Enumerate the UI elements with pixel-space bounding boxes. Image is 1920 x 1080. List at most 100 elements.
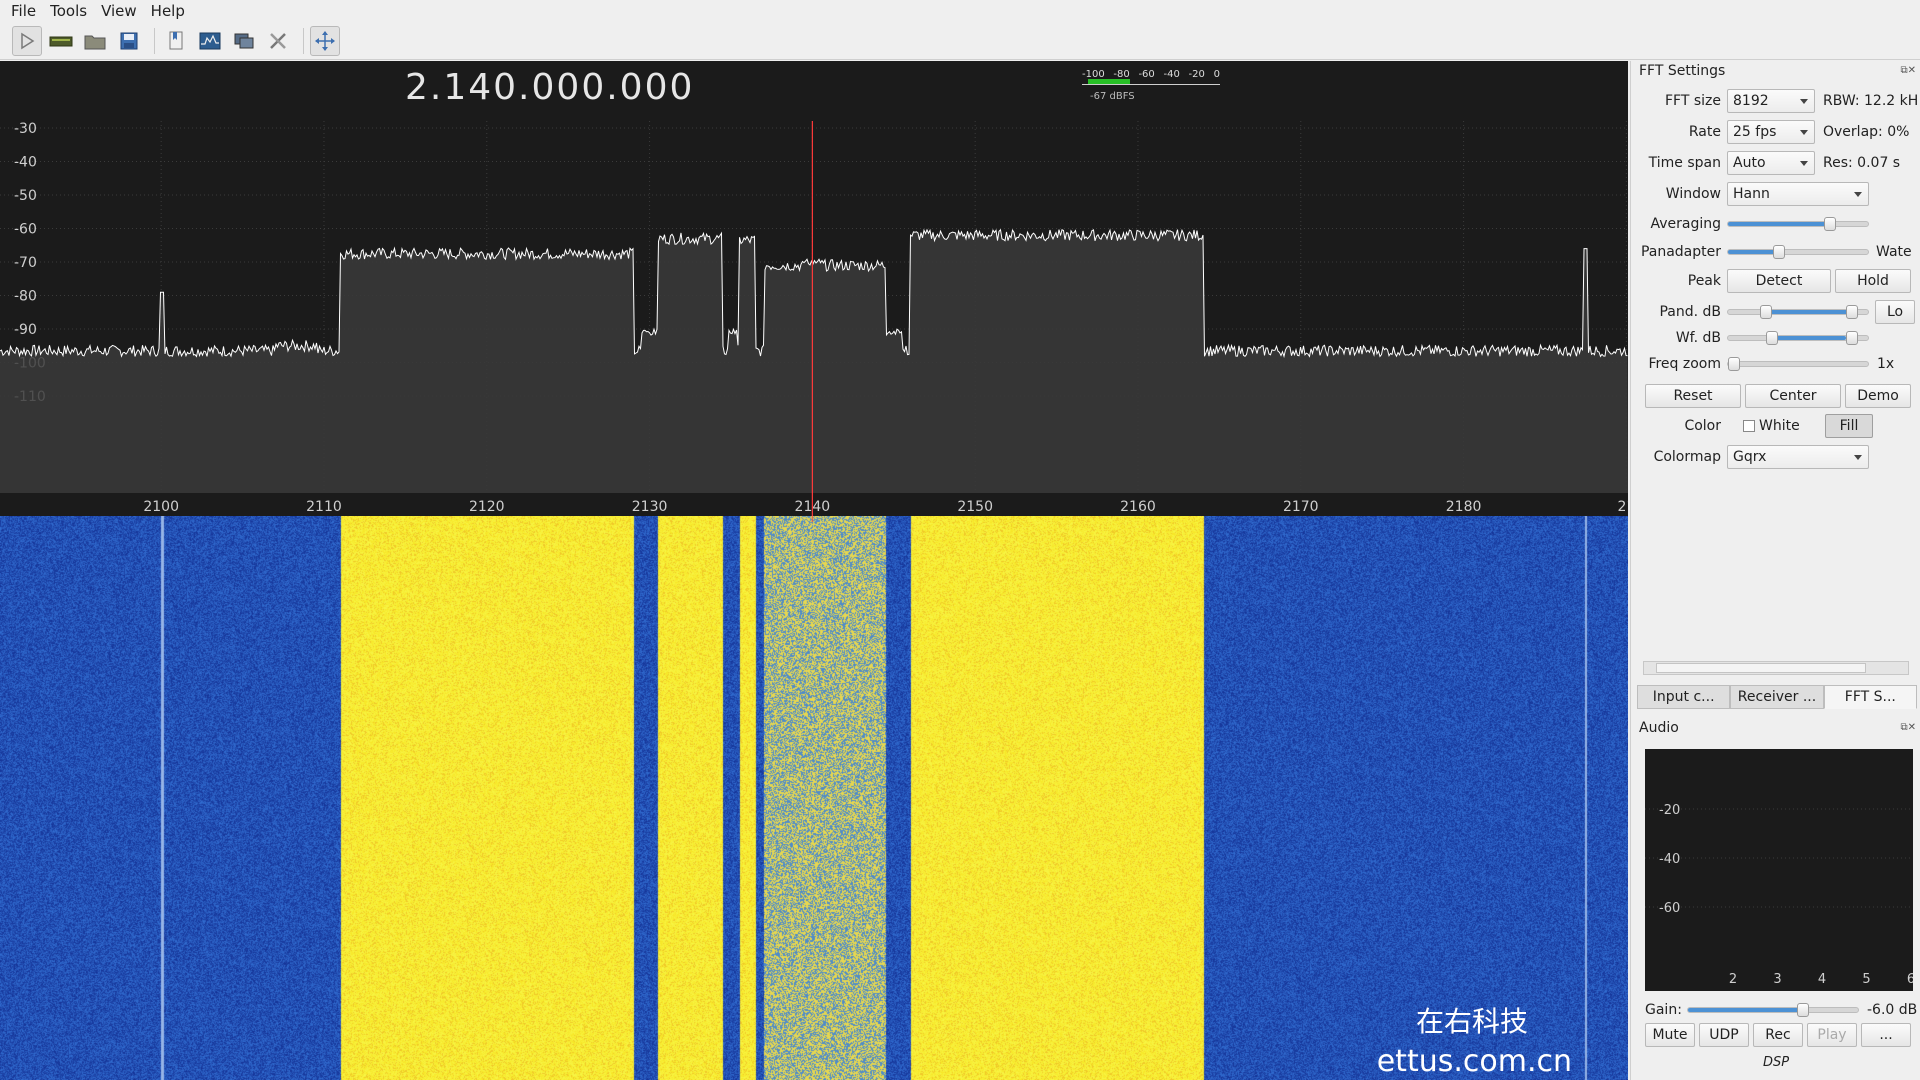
tab-fft-settings[interactable]: FFT S... [1823,685,1917,709]
center-button[interactable]: Center [1745,384,1841,408]
panadapter-handle[interactable] [1773,245,1786,259]
right-dock-panel: FFT Settings ⧉✕ FFT size 8192 RBW: 12.2 … [1630,61,1920,1080]
frequency-readout[interactable]: 2.140.000.000 [405,67,694,108]
meter-tick-label: 0 [1213,69,1220,80]
rec-button[interactable]: Rec [1753,1023,1803,1047]
window-row: Window Hann [1631,181,1920,207]
fill-toggle-button[interactable]: Fill [1825,414,1873,438]
tab-input-controls[interactable]: Input c... [1637,685,1731,709]
menu-view[interactable]: View [96,2,142,20]
freq-zoom-label: Freq zoom [1648,356,1721,372]
averaging-handle[interactable] [1824,217,1837,231]
reset-button[interactable]: Reset [1645,384,1741,408]
gain-slider[interactable] [1687,1003,1859,1017]
menu-help[interactable]: Help [146,2,190,20]
wf-db-min-handle[interactable] [1766,331,1778,345]
chevron-down-icon [1854,455,1862,460]
fft-size-value: 8192 [1733,93,1769,109]
y-tick-label: -30 [14,121,37,137]
panadapter-row: Panadapter Wate [1631,239,1920,265]
peak-detect-button[interactable]: Detect [1727,269,1831,293]
audio-title: Audio [1639,720,1679,736]
play-icon [21,32,35,49]
dock-float-close-icons[interactable]: ⧉✕ [1900,65,1916,76]
device-config-button[interactable] [46,26,76,56]
panadapter-fill [1728,250,1780,254]
panadapter-label: Panadapter [1640,244,1721,260]
time-span-combo[interactable]: Auto [1727,151,1815,175]
menu-tools[interactable]: Tools [45,2,92,20]
x-tick-label: 2120 [469,499,505,515]
menu-file[interactable]: File [6,2,41,20]
color-label: Color [1684,418,1721,434]
lock-button[interactable]: Lo [1875,300,1915,324]
waterfall-display[interactable] [0,516,1628,1080]
spectrum-view-button[interactable] [195,26,225,56]
freq-zoom-slider[interactable] [1727,357,1869,371]
peak-row: Peak Detect Hold [1631,268,1920,294]
res-info: Res: 0.07 s [1823,155,1901,171]
colormap-combo[interactable]: Gqrx [1727,445,1869,469]
menu-bar: File Tools View Help [0,0,1920,22]
peak-hold-button[interactable]: Hold [1835,269,1911,293]
gain-value: -6.0 dB [1867,1002,1918,1018]
bookmark-button[interactable] [161,26,191,56]
meter-tick-label: -40 [1163,69,1180,80]
x-tick-label: 2150 [957,499,993,515]
watermark: 在右科技 ettus.com.cn [1372,1000,1572,1079]
color-row: Color White Fill [1631,413,1920,439]
pand-db-max-handle[interactable] [1846,305,1858,319]
tab-receiver-options[interactable]: Receiver ... [1730,685,1824,709]
overlap-info: Overlap: 0% [1823,124,1910,140]
mute-button[interactable]: Mute [1645,1023,1695,1047]
plot-area[interactable]: 2.140.000.000 -100 -80 -60 -40 -20 0 -67 dBFS… [0,61,1628,1080]
rate-value: 25 fps [1733,124,1777,140]
white-checkbox-group[interactable]: White [1743,418,1819,434]
dsp-label: DSP [1762,1055,1790,1070]
udp-button[interactable]: UDP [1699,1023,1749,1047]
chevron-down-icon [1800,130,1808,135]
play-button[interactable]: Play [1807,1023,1857,1047]
window-combo[interactable]: Hann [1727,182,1869,206]
averaging-label: Averaging [1650,216,1721,232]
rate-row: Rate 25 fps Overlap: 0% [1631,119,1920,145]
averaging-fill [1728,222,1831,226]
meter-scale [1082,79,1220,85]
audio-options-button[interactable]: ... [1861,1023,1911,1047]
fullscreen-button[interactable] [310,25,340,56]
meter-readout: -67 dBFS [1090,91,1135,102]
panadapter-slider[interactable] [1727,245,1869,259]
wf-db-max-handle[interactable] [1846,331,1858,345]
time-span-value: Auto [1733,155,1766,171]
save-settings-button[interactable] [114,26,144,56]
start-dsp-button[interactable] [12,25,42,56]
meter-tick-label: -60 [1138,69,1155,80]
y-tick-label: -90 [14,322,37,338]
settings-horizontal-scrollbar[interactable] [1643,661,1909,675]
y-tick-label: -60 [14,222,37,238]
remote-control-button[interactable] [229,26,259,56]
averaging-slider[interactable] [1727,217,1869,231]
wf-db-range-slider[interactable] [1727,331,1869,345]
gain-handle[interactable] [1797,1003,1810,1017]
dock-float-close-icons[interactable]: ⧉✕ [1900,722,1916,733]
tools-button[interactable] [263,26,293,56]
spectrum-plot[interactable]: -30-40-50-60-70-80-90-100-11021002110212… [0,121,1628,516]
pand-db-range-slider[interactable] [1727,305,1869,319]
meter-tick-label: -20 [1188,69,1205,80]
y-tick-label: -80 [14,289,37,305]
x-tick-label: 2110 [306,499,342,515]
reset-center-row: Reset Center Demo [1631,383,1920,409]
open-file-button[interactable] [80,26,110,56]
freq-zoom-value: 1x [1877,356,1895,372]
open-icon [84,35,106,49]
gain-row: Gain: -6.0 dB [1631,997,1920,1023]
pand-db-min-handle[interactable] [1760,305,1772,319]
rate-combo[interactable]: 25 fps [1727,120,1815,144]
demod-button[interactable]: Demo [1845,384,1911,408]
audio-x-tick-label: 4 [1818,972,1826,987]
fft-size-combo[interactable]: 8192 [1727,89,1815,113]
white-checkbox[interactable] [1743,420,1755,432]
freq-zoom-handle[interactable] [1728,357,1740,371]
scrollbar-thumb[interactable] [1656,663,1866,673]
